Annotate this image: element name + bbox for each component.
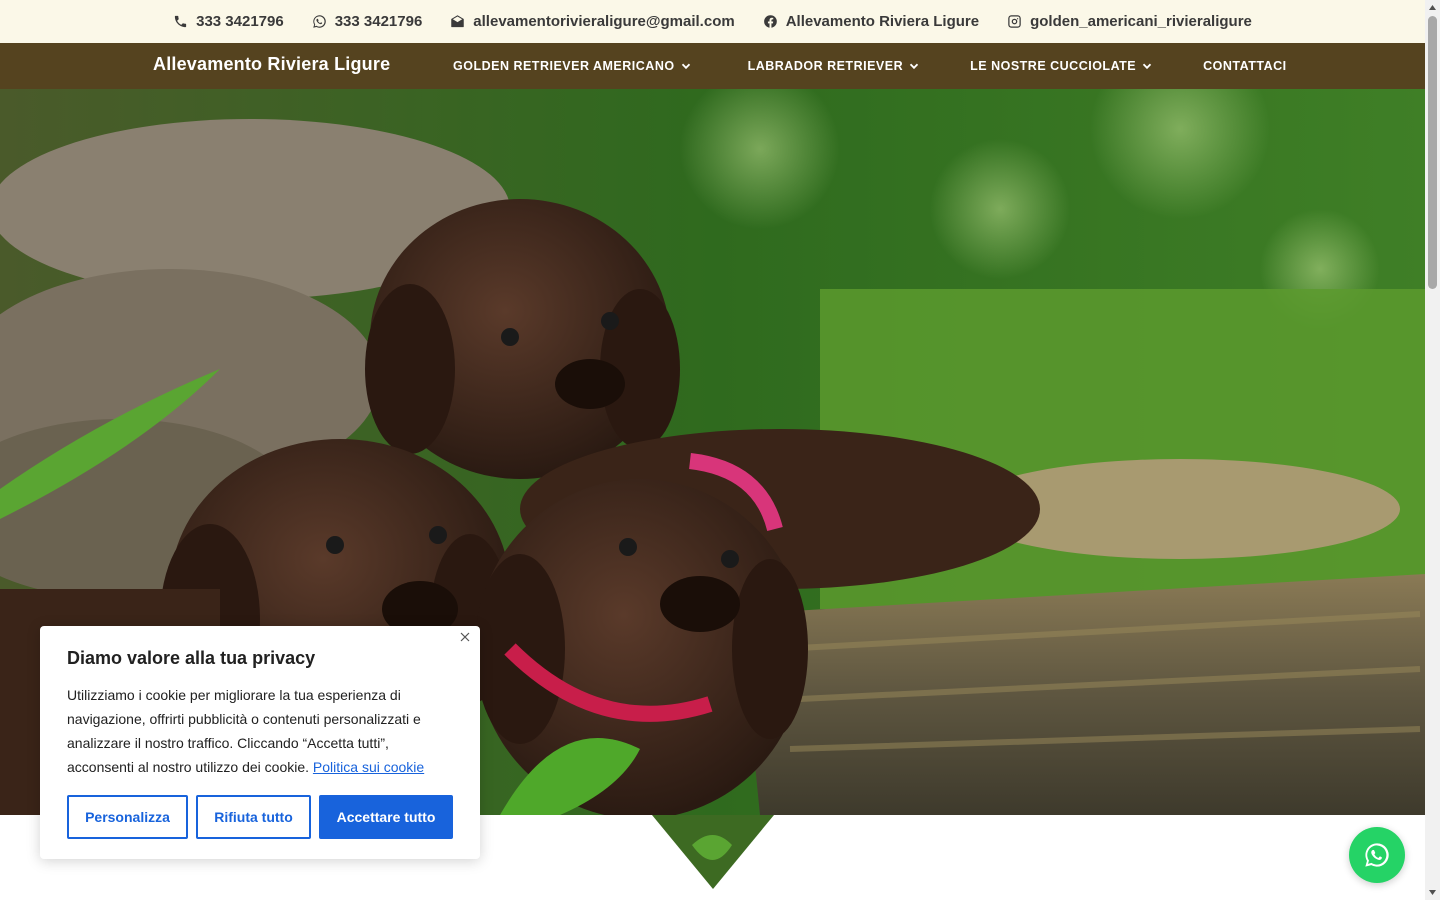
cookie-consent-dialog: Diamo valore alla tua privacy Utilizziam… (40, 626, 480, 859)
nav-item-contattaci[interactable]: CONTATTACI (1203, 59, 1286, 73)
cookie-buttons: Personalizza Rifiuta tutto Accettare tut… (67, 795, 453, 839)
hero-notch-decoration (652, 815, 774, 889)
contact-bar: 333 3421796 333 3421796 allevamentorivie… (0, 0, 1425, 43)
phone-icon (174, 15, 187, 28)
email-contact[interactable]: allevamentorivieraligure@gmail.com (450, 13, 735, 30)
customize-button[interactable]: Personalizza (67, 795, 188, 839)
nav-item-golden-retriever[interactable]: GOLDEN RETRIEVER AMERICANO (453, 59, 691, 73)
close-icon[interactable] (458, 630, 472, 644)
site-logo[interactable]: Allevamento Riviera Ligure (153, 54, 390, 75)
main-navigation: Allevamento Riviera Ligure GOLDEN RETRIE… (0, 43, 1425, 89)
email-address: allevamentorivieraligure@gmail.com (473, 13, 735, 30)
whatsapp-icon (312, 15, 326, 28)
phone-number: 333 3421796 (196, 13, 284, 30)
cookie-policy-link[interactable]: Politica sui cookie (313, 759, 424, 775)
chevron-down-icon (1143, 63, 1152, 70)
page-scrollbar[interactable] (1425, 0, 1440, 900)
nav-item-label: LABRADOR RETRIEVER (747, 59, 904, 73)
nav-item-label: GOLDEN RETRIEVER AMERICANO (453, 59, 675, 73)
nav-item-label: CONTATTACI (1203, 59, 1287, 73)
scrollbar-thumb[interactable] (1428, 16, 1437, 289)
cookie-description: Utilizziamo i cookie per migliorare la t… (67, 683, 453, 779)
reject-all-button[interactable]: Rifiuta tutto (196, 795, 311, 839)
nav-menu: GOLDEN RETRIEVER AMERICANO LABRADOR RETR… (453, 43, 1337, 89)
accept-all-button[interactable]: Accettare tutto (319, 795, 453, 839)
nav-item-labrador-retriever[interactable]: LABRADOR RETRIEVER (748, 59, 920, 73)
facebook-name: Allevamento Riviera Ligure (785, 13, 980, 30)
whatsapp-contact[interactable]: 333 3421796 (312, 13, 423, 30)
scroll-down-arrow[interactable] (1425, 885, 1440, 900)
phone-contact[interactable]: 333 3421796 (173, 13, 284, 30)
chevron-down-icon (681, 63, 690, 70)
scroll-up-arrow[interactable] (1425, 0, 1440, 15)
facebook-icon (763, 15, 777, 28)
whatsapp-chat-button[interactable] (1349, 827, 1405, 883)
nav-item-cucciolate[interactable]: LE NOSTRE CUCCIOLATE (970, 59, 1152, 73)
instagram-handle: golden_americani_rivieraligure (1030, 13, 1252, 30)
instagram-icon (1008, 15, 1021, 28)
whatsapp-number: 333 3421796 (334, 13, 423, 30)
facebook-contact[interactable]: Allevamento Riviera Ligure (763, 13, 979, 30)
envelope-icon (451, 15, 465, 28)
cookie-title: Diamo valore alla tua privacy (67, 648, 316, 668)
chevron-down-icon (909, 63, 919, 70)
instagram-contact[interactable]: golden_americani_rivieraligure (1007, 13, 1252, 30)
nav-item-label: LE NOSTRE CUCCIOLATE (970, 59, 1137, 73)
whatsapp-icon (1365, 843, 1389, 867)
